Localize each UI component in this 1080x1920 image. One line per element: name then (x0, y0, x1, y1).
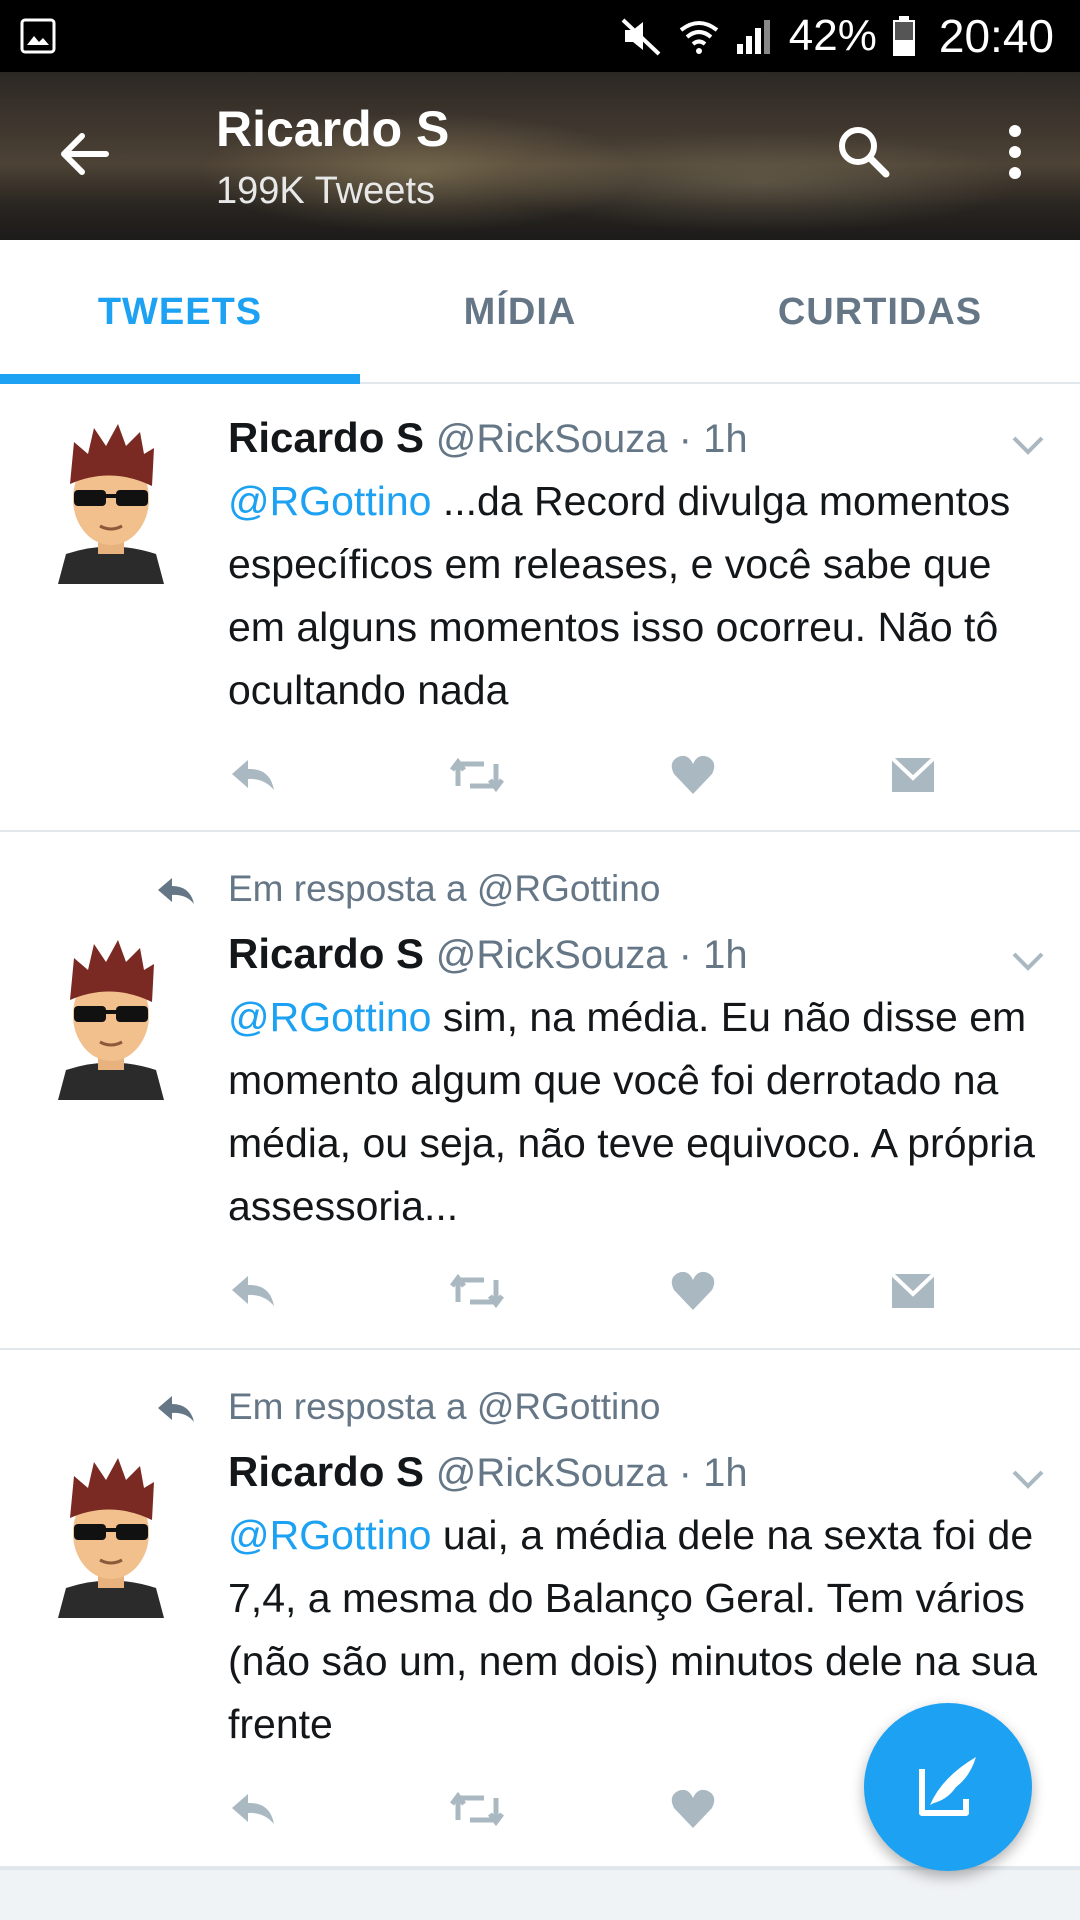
reply-context[interactable]: Em resposta a @RGottino (228, 868, 660, 910)
profile-header: Ricardo S 199K Tweets (0, 72, 1080, 240)
wifi-icon (679, 21, 719, 54)
reply-icon[interactable] (228, 750, 278, 800)
more-options-icon[interactable] (1000, 122, 1030, 182)
tweet-count: 199K Tweets (216, 170, 436, 212)
profile-name: Ricardo S (216, 101, 450, 157)
next-tweet-edge (0, 1868, 1080, 1920)
clock: 20:40 (938, 10, 1054, 62)
chevron-down-icon[interactable] (1008, 430, 1048, 460)
compose-feather-icon (919, 1757, 976, 1816)
avatar[interactable] (36, 414, 186, 584)
tweet-actions (228, 750, 988, 800)
tweet-text: @RGottino ...da Record divulga momentos … (228, 470, 1048, 722)
compose-tweet-button[interactable] (864, 1703, 1032, 1871)
reply-context[interactable]: Em resposta a @RGottino (228, 1386, 660, 1428)
direct-message-icon[interactable] (888, 1266, 938, 1316)
like-icon[interactable] (668, 750, 718, 800)
back-arrow-icon[interactable] (54, 124, 114, 184)
active-tab-indicator (0, 374, 360, 384)
chevron-down-icon[interactable] (1008, 1464, 1048, 1494)
tab-midia[interactable]: MÍDIA (340, 240, 700, 384)
tweet-item[interactable]: Em resposta a @RGottino Ricardo S @RickS… (0, 834, 1080, 1350)
tab-tweets[interactable]: TWEETS (0, 240, 360, 384)
tweet-header: Ricardo S @RickSouza · 1h (228, 930, 748, 978)
author-handle-time: @RickSouza · 1h (435, 933, 748, 977)
retweet-icon[interactable] (448, 1784, 506, 1834)
tab-curtidas[interactable]: CURTIDAS (700, 240, 1060, 384)
retweet-icon[interactable] (448, 750, 506, 800)
avatar[interactable] (36, 930, 186, 1100)
search-icon[interactable] (834, 122, 894, 182)
author-handle-time: @RickSouza · 1h (435, 417, 748, 461)
tweet-item[interactable]: Ricardo S @RickSouza · 1h @RGottino ...d… (0, 386, 1080, 832)
mention-link[interactable]: @RGottino (228, 1512, 431, 1558)
mute-icon (621, 18, 661, 56)
tweet-header: Ricardo S @RickSouza · 1h (228, 414, 748, 462)
retweet-icon[interactable] (448, 1266, 506, 1316)
battery-percent: 42% (788, 11, 877, 60)
signal-icon (736, 20, 770, 54)
image-icon (20, 18, 56, 54)
like-icon[interactable] (668, 1266, 718, 1316)
avatar[interactable] (36, 1448, 186, 1618)
chevron-down-icon[interactable] (1008, 946, 1048, 976)
author-name[interactable]: Ricardo S (228, 1448, 424, 1495)
timeline[interactable]: Ricardo S @RickSouza · 1h @RGottino ...d… (0, 386, 1080, 1920)
reply-icon[interactable] (228, 1784, 278, 1834)
battery-icon (892, 16, 915, 56)
direct-message-icon[interactable] (888, 750, 938, 800)
tweet-header: Ricardo S @RickSouza · 1h (228, 1448, 748, 1496)
mention-link[interactable]: @RGottino (228, 478, 431, 524)
author-name[interactable]: Ricardo S (228, 930, 424, 977)
reply-icon[interactable] (228, 1266, 278, 1316)
profile-tabs: TWEETS MÍDIA CURTIDAS (0, 240, 1080, 384)
author-name[interactable]: Ricardo S (228, 414, 424, 461)
like-icon[interactable] (668, 1784, 718, 1834)
author-handle-time: @RickSouza · 1h (435, 1451, 748, 1495)
status-bar: 42% 20:40 (0, 0, 1080, 72)
reply-context-icon (158, 878, 194, 904)
reply-context-icon (158, 1396, 194, 1422)
tweet-text: @RGottino sim, na média. Eu não disse em… (228, 986, 1048, 1238)
tweet-actions (228, 1266, 988, 1316)
mention-link[interactable]: @RGottino (228, 994, 431, 1040)
